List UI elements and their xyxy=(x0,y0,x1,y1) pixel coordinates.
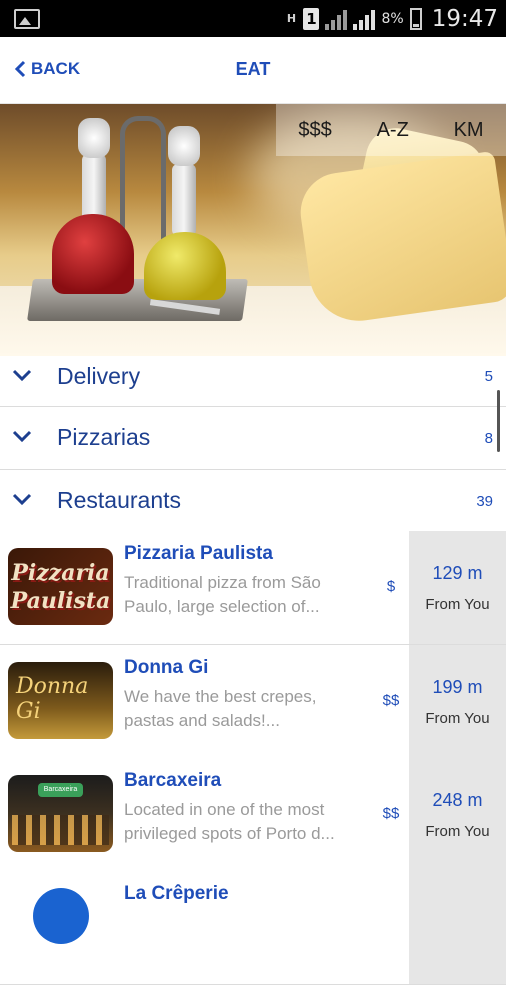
chevron-left-icon xyxy=(14,60,26,78)
category-count: 8 xyxy=(484,430,493,447)
battery-icon xyxy=(409,7,422,30)
sim-icon: 1 xyxy=(303,7,320,30)
price-level: $$ xyxy=(382,692,400,709)
distance-panel: 199 m From You xyxy=(409,645,506,758)
distance-value: 199 m xyxy=(432,677,483,697)
distance-panel: 129 m From You xyxy=(409,531,506,644)
category-label: Delivery xyxy=(57,363,141,389)
scrollbar[interactable] xyxy=(497,390,500,452)
back-button[interactable]: BACK xyxy=(14,59,80,79)
category-delivery[interactable]: Delivery 5 xyxy=(0,356,506,407)
status-indicators: H 1 8% 19:47 xyxy=(285,0,498,37)
distance-panel xyxy=(409,871,506,984)
distance-label: From You xyxy=(425,710,490,727)
battery-percent: 8% xyxy=(381,10,404,27)
price-level: $ xyxy=(386,578,396,595)
restaurant-description: Traditional pizza from São Paulo, large … xyxy=(124,573,321,616)
gallery-notification-icon xyxy=(14,9,40,29)
category-count: 39 xyxy=(476,493,493,510)
category-pizzarias[interactable]: Pizzarias 8 xyxy=(0,407,506,470)
signal-sim2-icon xyxy=(353,8,376,30)
restaurant-logo: Pizzaria Paulista xyxy=(8,548,113,625)
restaurant-name: Barcaxeira xyxy=(124,770,222,791)
chevron-down-icon xyxy=(12,369,32,382)
distance-value: 129 m xyxy=(432,563,483,583)
restaurant-name: Donna Gi xyxy=(124,657,209,678)
sort-distance-button[interactable]: KM xyxy=(454,119,484,142)
sort-alpha-button[interactable]: A-Z xyxy=(377,119,409,142)
signal-sim1-icon xyxy=(325,8,348,30)
price-level: $$ xyxy=(382,805,400,822)
restaurant-item-pizzaria-paulista[interactable]: Pizzaria Paulista Pizzaria Paulista Trad… xyxy=(0,531,506,645)
category-count: 5 xyxy=(484,368,493,385)
distance-label: From You xyxy=(425,823,490,840)
sort-price-button[interactable]: $$$ xyxy=(298,119,331,142)
chevron-down-icon xyxy=(12,430,32,443)
restaurant-name: Pizzaria Paulista xyxy=(124,543,273,564)
restaurant-item-la-creperie[interactable]: La Crêperie xyxy=(0,871,506,985)
distance-value: 248 m xyxy=(432,790,483,810)
category-label: Restaurants xyxy=(57,487,182,513)
restaurant-item-donna-gi[interactable]: Donna Gi Donna Gi We have the best crepe… xyxy=(0,645,506,759)
restaurant-description: We have the best crepes, pastas and sala… xyxy=(124,687,317,730)
sort-bar: $$$ A-Z KM xyxy=(276,104,506,156)
restaurant-item-barcaxeira[interactable]: Barcaxeira Barcaxeira Located in one of … xyxy=(0,758,506,872)
network-type-indicator: H xyxy=(286,11,297,25)
restaurant-logo: Barcaxeira xyxy=(8,775,113,852)
back-label: BACK xyxy=(31,59,81,78)
status-bar: H 1 8% 19:47 xyxy=(0,0,506,37)
restaurant-logo: Donna Gi xyxy=(8,662,113,739)
chevron-down-icon xyxy=(12,493,32,506)
distance-panel: 248 m From You xyxy=(409,758,506,871)
distance-label: From You xyxy=(425,596,490,613)
category-restaurants[interactable]: Restaurants 39 xyxy=(0,470,506,533)
app-header: BACK EAT xyxy=(0,37,506,104)
clock: 19:47 xyxy=(431,5,498,32)
restaurant-description: Located in one of the most privileged sp… xyxy=(124,800,335,843)
restaurant-name: La Crêperie xyxy=(124,883,229,904)
category-label: Pizzarias xyxy=(57,424,151,450)
